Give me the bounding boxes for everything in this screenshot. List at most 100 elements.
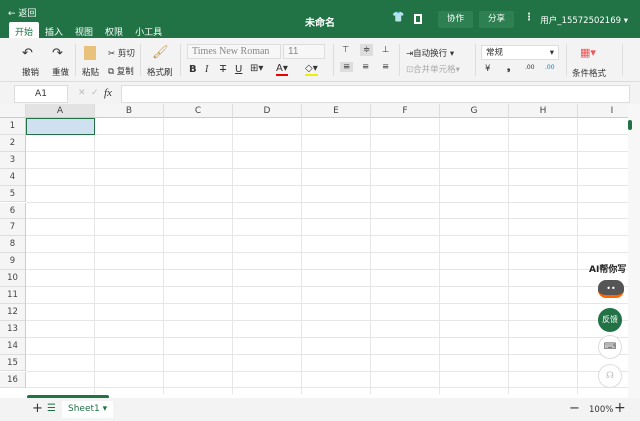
- grid-line: [26, 370, 628, 372]
- row-header[interactable]: 4: [0, 168, 26, 186]
- font-color-icon[interactable]: A▾: [276, 63, 288, 76]
- row-header[interactable]: 2: [0, 134, 26, 152]
- keyboard-icon[interactable]: ⌨: [598, 335, 622, 359]
- row-header[interactable]: 7: [0, 219, 26, 237]
- ai-robot-icon[interactable]: ••: [598, 280, 624, 298]
- feedback-button[interactable]: 反馈: [598, 308, 622, 332]
- row-header[interactable]: 14: [0, 337, 26, 355]
- fx-icon[interactable]: fx: [104, 87, 112, 99]
- row-header[interactable]: 9: [0, 253, 26, 271]
- tab-view[interactable]: 视图: [69, 22, 99, 38]
- bottom-bar: + ☰ Sheet1 ▾ − 100% +: [0, 398, 640, 421]
- row-header[interactable]: 1: [0, 118, 26, 135]
- align-middle-icon[interactable]: ≑: [360, 44, 374, 56]
- row-header[interactable]: 5: [0, 185, 26, 203]
- decrease-decimal-icon[interactable]: .00: [545, 64, 555, 71]
- strike-button[interactable]: T: [220, 64, 226, 75]
- align-bottom-icon[interactable]: ⊥: [382, 45, 389, 55]
- row-header[interactable]: 10: [0, 270, 26, 287]
- align-center-icon[interactable]: ≡: [362, 62, 369, 72]
- user-menu[interactable]: 用户_15572502169 ▾: [540, 14, 628, 26]
- grid-line: [94, 118, 95, 394]
- currency-button[interactable]: ¥: [485, 64, 490, 74]
- align-right-icon[interactable]: ≡: [382, 62, 389, 72]
- ai-write-label[interactable]: AI帮你写: [589, 262, 626, 275]
- spreadsheet-grid[interactable]: A B C D E F G H I 1 2 3 4 5 6 7 8 9 10 11 12 13 14 15 16: [0, 104, 628, 394]
- name-box[interactable]: A1: [14, 85, 68, 103]
- headset-icon[interactable]: ☊: [598, 364, 622, 388]
- grid-line: [577, 118, 578, 394]
- grid-line: [26, 353, 628, 355]
- align-left-icon[interactable]: ≡: [340, 62, 354, 72]
- row-header[interactable]: 16: [0, 371, 26, 389]
- cut-button[interactable]: ✂ 剪切: [108, 47, 135, 59]
- column-header[interactable]: G: [440, 104, 509, 118]
- redo-button[interactable]: 重做: [52, 66, 69, 78]
- bold-button[interactable]: B: [189, 64, 197, 75]
- column-header[interactable]: H: [509, 104, 578, 118]
- fill-color-icon[interactable]: ◇▾: [305, 63, 318, 76]
- add-sheet-icon[interactable]: +: [32, 401, 43, 416]
- format-painter-button[interactable]: 格式刷: [147, 66, 173, 78]
- select-all-corner[interactable]: [0, 104, 26, 118]
- zoom-in-icon[interactable]: +: [614, 400, 626, 416]
- conditional-format-icon[interactable]: ▦▾: [580, 46, 596, 59]
- paste-icon[interactable]: [84, 46, 96, 60]
- grid-line: [508, 118, 509, 394]
- redo-icon[interactable]: ↷: [52, 46, 63, 61]
- number-format-select[interactable]: 常规 ▾: [481, 45, 559, 60]
- more-icon[interactable]: ⋮: [524, 12, 534, 23]
- collab-button[interactable]: 协作: [438, 11, 474, 28]
- undo-icon[interactable]: ↶: [22, 46, 33, 61]
- copy-button[interactable]: ⧉ 复制: [108, 65, 134, 77]
- formula-input[interactable]: [121, 85, 630, 103]
- tab-home[interactable]: 开始: [9, 22, 40, 38]
- vertical-scrollbar[interactable]: [628, 104, 640, 398]
- grid-line: [26, 167, 628, 169]
- undo-button[interactable]: 撤销: [22, 66, 39, 78]
- border-icon[interactable]: ⊞▾: [250, 63, 263, 74]
- grid-line: [26, 201, 628, 203]
- italic-button[interactable]: I: [205, 64, 208, 75]
- row-header[interactable]: 12: [0, 303, 26, 321]
- grid-line: [370, 118, 371, 394]
- sheet-tab[interactable]: Sheet1 ▾: [62, 401, 114, 418]
- confirm-icon[interactable]: ✓: [91, 88, 99, 98]
- share-button[interactable]: 分享: [479, 11, 515, 28]
- sheet-list-icon[interactable]: ☰: [47, 403, 56, 414]
- column-header[interactable]: F: [371, 104, 440, 118]
- zoom-out-icon[interactable]: −: [569, 401, 580, 416]
- row-header[interactable]: 6: [0, 202, 26, 220]
- thousands-button[interactable]: ❟: [507, 63, 510, 73]
- increase-decimal-icon[interactable]: .00: [525, 64, 535, 71]
- conditional-format-button[interactable]: 条件格式: [572, 67, 606, 79]
- column-header[interactable]: B: [95, 104, 164, 118]
- column-header[interactable]: C: [164, 104, 233, 118]
- grid-line: [26, 235, 628, 237]
- row-header[interactable]: 8: [0, 236, 26, 254]
- brush-icon[interactable]: 🖌: [152, 45, 169, 60]
- row-header[interactable]: 3: [0, 151, 26, 169]
- merge-cells-button[interactable]: ⊡合并单元格▾: [406, 63, 460, 75]
- panel-icon[interactable]: [414, 14, 422, 24]
- tab-permission[interactable]: 权限: [99, 22, 129, 38]
- font-size-select[interactable]: 11: [283, 44, 325, 59]
- paste-button[interactable]: 粘贴: [82, 66, 99, 78]
- selected-cell-a1[interactable]: [26, 118, 95, 135]
- shirt-icon[interactable]: 👕: [392, 12, 404, 23]
- align-top-icon[interactable]: ⊤: [342, 45, 349, 55]
- row-header[interactable]: 15: [0, 354, 26, 372]
- row-header[interactable]: 13: [0, 320, 26, 338]
- tab-tools[interactable]: 小工具: [129, 22, 168, 38]
- wrap-text-button[interactable]: ⇥自动换行 ▾: [406, 47, 454, 59]
- cancel-icon[interactable]: ✕: [78, 88, 86, 98]
- column-header[interactable]: A: [26, 104, 95, 118]
- tab-insert[interactable]: 插入: [39, 22, 69, 38]
- row-header[interactable]: 11: [0, 287, 26, 304]
- column-header[interactable]: I: [578, 104, 628, 118]
- underline-button[interactable]: U: [235, 64, 242, 75]
- font-select[interactable]: Times New Roman: [187, 44, 281, 59]
- grid-line: [26, 269, 628, 271]
- column-header[interactable]: E: [302, 104, 371, 118]
- column-header[interactable]: D: [233, 104, 302, 118]
